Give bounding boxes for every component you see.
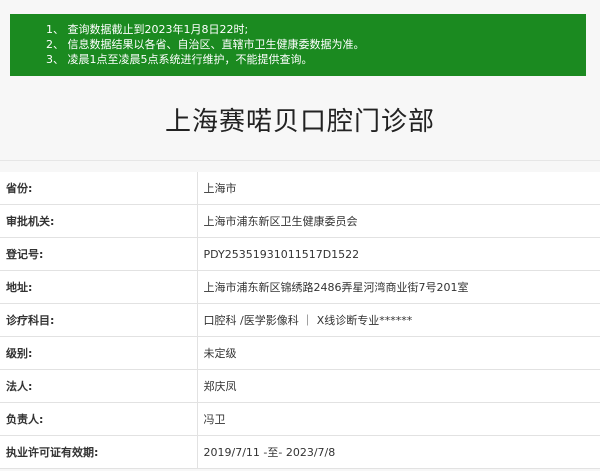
row-label: 地址: — [0, 270, 198, 304]
row-value: PDY25351931011517D1522 — [197, 237, 600, 271]
row-label: 登记号: — [0, 237, 198, 271]
notice-line: 2、 信息数据结果以各省、自治区、直辖市卫生健康委数据为准。 — [46, 38, 365, 51]
table-row: 执业许可证有效期: 2019/7/11 -至- 2023/7/8 — [0, 435, 600, 469]
row-label: 级别: — [0, 336, 198, 370]
table-row: 法人: 郑庆凤 — [0, 369, 600, 403]
row-label: 审批机关: — [0, 204, 198, 238]
page-title: 上海赛喏贝口腔门诊部 — [164, 107, 435, 137]
table-row: 审批机关: 上海市浦东新区卫生健康委员会 — [0, 204, 600, 238]
row-label: 执业许可证有效期: — [0, 435, 198, 469]
row-value: 口腔科 /医学影像科 ｜ X线诊断专业****** — [197, 303, 600, 337]
notice-line: 1、 查询数据截止到2023年1月8日22时; — [46, 23, 249, 36]
table-row: 级别: 未定级 — [0, 336, 600, 370]
row-value: 冯卫 — [197, 402, 600, 436]
row-label: 负责人: — [0, 402, 198, 436]
table-row: 地址: 上海市浦东新区锦绣路2486弄星河湾商业街7号201室 — [0, 270, 600, 304]
row-value: 上海市浦东新区锦绣路2486弄星河湾商业街7号201室 — [197, 270, 600, 304]
notice-line: 3、 凌晨1点至凌晨5点系统进行维护，不能提供查询。 — [46, 53, 313, 66]
row-label: 诊疗科目: — [0, 303, 198, 337]
row-label: 省份: — [0, 172, 198, 205]
divider — [0, 160, 600, 161]
row-value: 未定级 — [197, 336, 600, 370]
table-row: 负责人: 冯卫 — [0, 402, 600, 436]
notice-banner: 1、 查询数据截止到2023年1月8日22时; 2、 信息数据结果以各省、自治区… — [10, 14, 586, 76]
row-value: 2019/7/11 -至- 2023/7/8 — [197, 435, 600, 469]
row-value: 上海市浦东新区卫生健康委员会 — [197, 204, 600, 238]
row-value: 郑庆凤 — [197, 369, 600, 403]
table-row: 省份: 上海市 — [0, 172, 600, 205]
row-label: 法人: — [0, 369, 198, 403]
info-table: 省份: 上海市 审批机关: 上海市浦东新区卫生健康委员会 登记号: PDY253… — [0, 172, 600, 469]
table-row: 诊疗科目: 口腔科 /医学影像科 ｜ X线诊断专业****** — [0, 303, 600, 337]
row-value: 上海市 — [197, 172, 600, 205]
table-row: 登记号: PDY25351931011517D1522 — [0, 237, 600, 271]
